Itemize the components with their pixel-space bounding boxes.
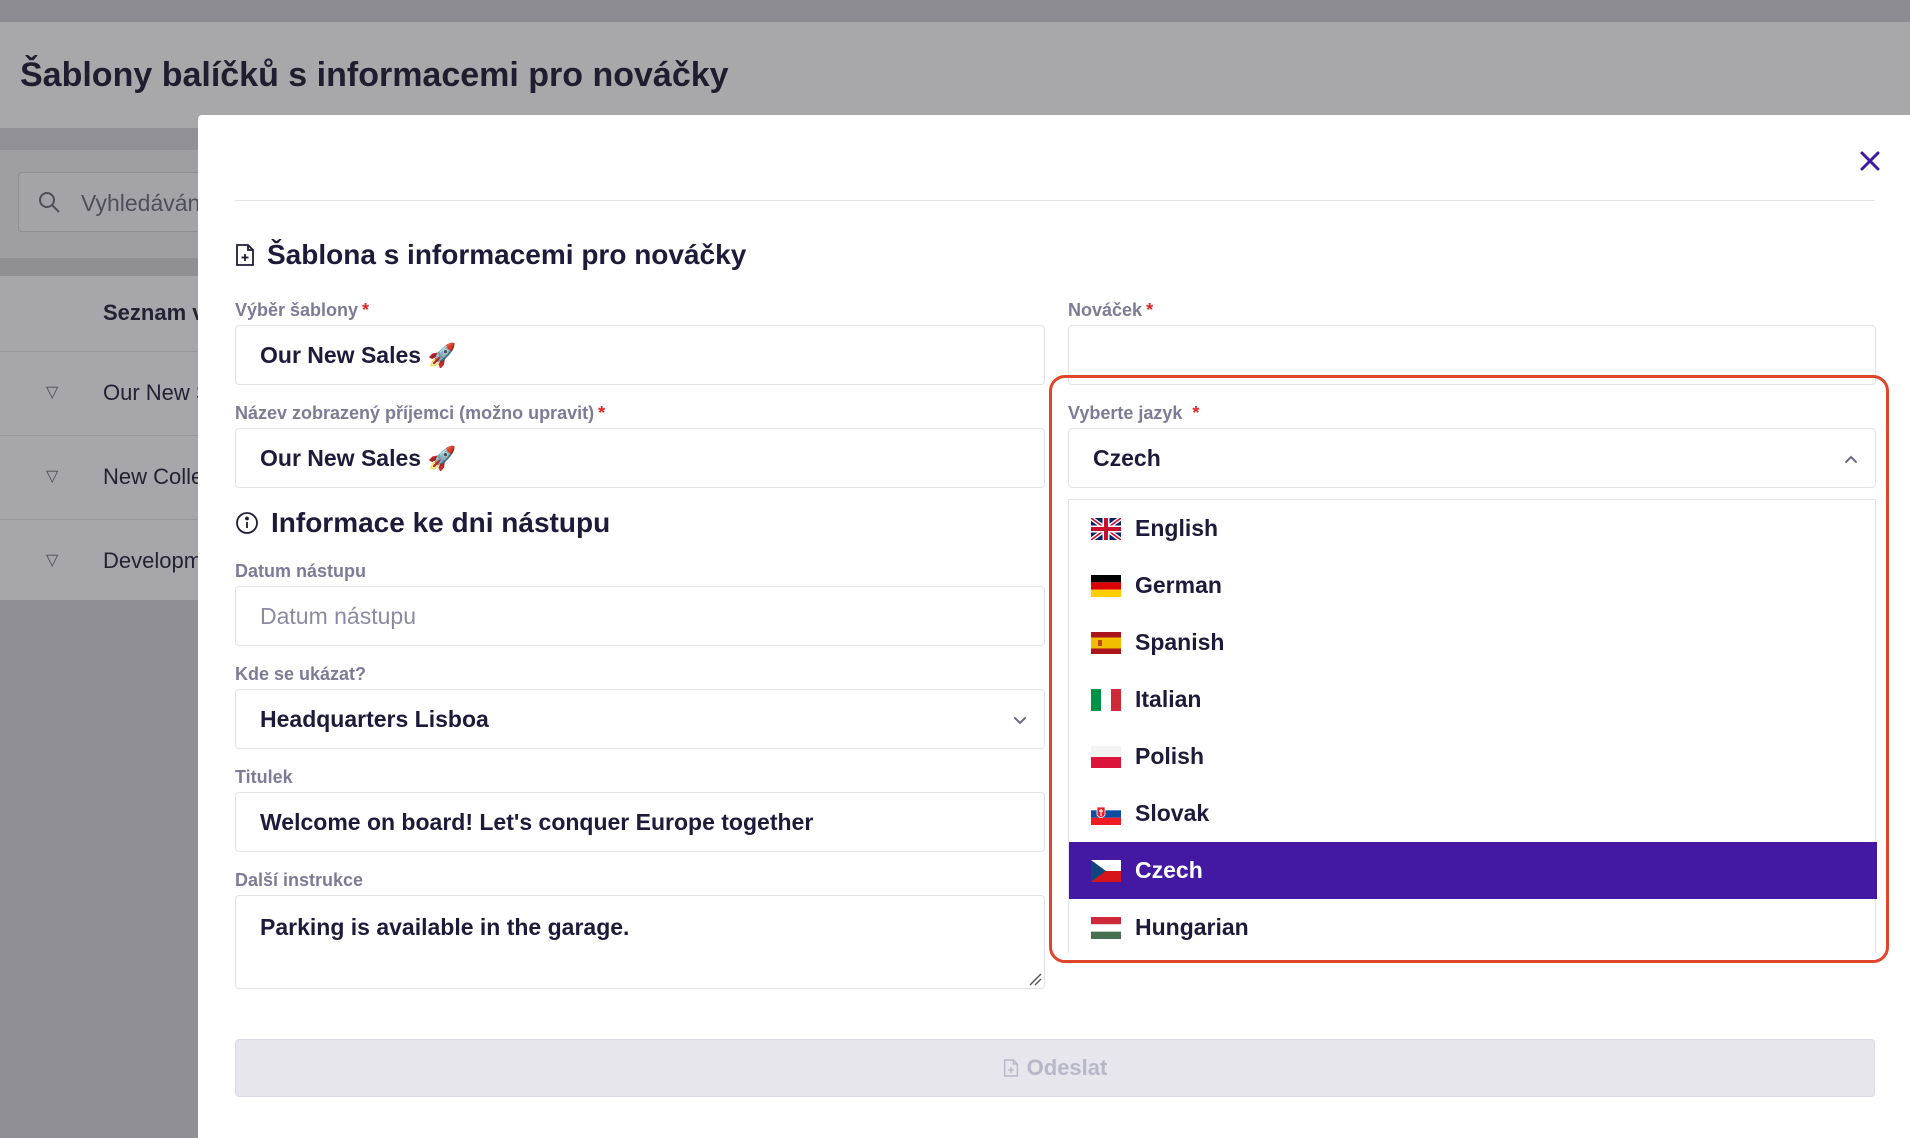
language-option-czech[interactable]: Czech bbox=[1069, 842, 1877, 899]
language-label: Vyberte jazyk * bbox=[1068, 403, 1200, 423]
location-select[interactable]: Headquarters Lisboa bbox=[235, 689, 1045, 749]
start-date-input[interactable]: Datum nástupu bbox=[235, 586, 1045, 646]
search-placeholder: Vyhledávání bbox=[81, 190, 207, 216]
poland-flag-icon bbox=[1091, 745, 1121, 768]
language-option-spanish[interactable]: Spanish bbox=[1069, 614, 1877, 671]
slovakia-flag-icon bbox=[1091, 802, 1121, 825]
location-label: Kde se ukázat? bbox=[235, 664, 367, 684]
display-name-input[interactable]: Our New Sales 🚀 bbox=[235, 428, 1045, 488]
resize-handle-icon[interactable] bbox=[1028, 972, 1042, 986]
close-icon bbox=[1860, 151, 1880, 171]
onboarding-modal: Šablona s informacemi pro nováčky Výběr … bbox=[198, 115, 1910, 1138]
display-name-label: Název zobrazený příjemci (možno upravit)… bbox=[235, 403, 606, 423]
language-option-slovak[interactable]: Slovak bbox=[1069, 785, 1877, 842]
uk-flag-icon bbox=[1091, 517, 1121, 540]
newcomer-label: Nováček * bbox=[1068, 300, 1154, 320]
chevron-up-icon bbox=[1845, 455, 1857, 463]
italy-flag-icon bbox=[1091, 688, 1121, 711]
language-dropdown: English German Spanish Italian Polish Sl… bbox=[1068, 499, 1877, 956]
search-icon bbox=[39, 192, 60, 213]
instructions-label: Další instrukce bbox=[235, 870, 364, 890]
expand-triangle-icon[interactable]: ▽ bbox=[46, 466, 58, 486]
top-bar bbox=[0, 0, 1910, 22]
submit-button[interactable]: Odeslat bbox=[235, 1039, 1875, 1097]
template-select-label: Výběr šablony * bbox=[235, 300, 370, 320]
instructions-textarea[interactable]: Parking is available in the garage. bbox=[235, 895, 1045, 989]
headline-input[interactable]: Welcome on board! Let's conquer Europe t… bbox=[235, 792, 1045, 852]
page-header: Šablony balíčků s informacemi pro nováčk… bbox=[0, 22, 1910, 128]
language-option-german[interactable]: German bbox=[1069, 557, 1877, 614]
language-option-italian[interactable]: Italian bbox=[1069, 671, 1877, 728]
language-option-polish[interactable]: Polish bbox=[1069, 728, 1877, 785]
chevron-down-icon bbox=[1014, 717, 1026, 725]
page-title: Šablony balíčků s informacemi pro nováčk… bbox=[20, 56, 729, 94]
info-icon bbox=[236, 512, 258, 534]
close-button[interactable] bbox=[1854, 145, 1886, 177]
germany-flag-icon bbox=[1091, 574, 1121, 597]
language-option-english[interactable]: English bbox=[1069, 500, 1877, 557]
document-icon bbox=[236, 244, 254, 266]
expand-triangle-icon[interactable]: ▽ bbox=[46, 382, 58, 402]
document-icon bbox=[1003, 1059, 1018, 1077]
language-select[interactable]: Czech bbox=[1068, 428, 1876, 488]
czech-flag-icon bbox=[1091, 859, 1121, 882]
section-start-title: Informace ke dni nástupu bbox=[235, 507, 610, 539]
expand-triangle-icon[interactable]: ▽ bbox=[46, 550, 58, 570]
headline-label: Titulek bbox=[235, 767, 293, 787]
newcomer-select[interactable] bbox=[1068, 325, 1876, 385]
template-select[interactable]: Our New Sales 🚀 bbox=[235, 325, 1045, 385]
spain-flag-icon bbox=[1091, 631, 1121, 654]
hungary-flag-icon bbox=[1091, 916, 1121, 939]
section-template-title: Šablona s informacemi pro nováčky bbox=[235, 239, 746, 271]
divider bbox=[235, 200, 1875, 201]
start-date-label: Datum nástupu bbox=[235, 561, 367, 581]
language-option-hungarian[interactable]: Hungarian bbox=[1069, 899, 1877, 956]
